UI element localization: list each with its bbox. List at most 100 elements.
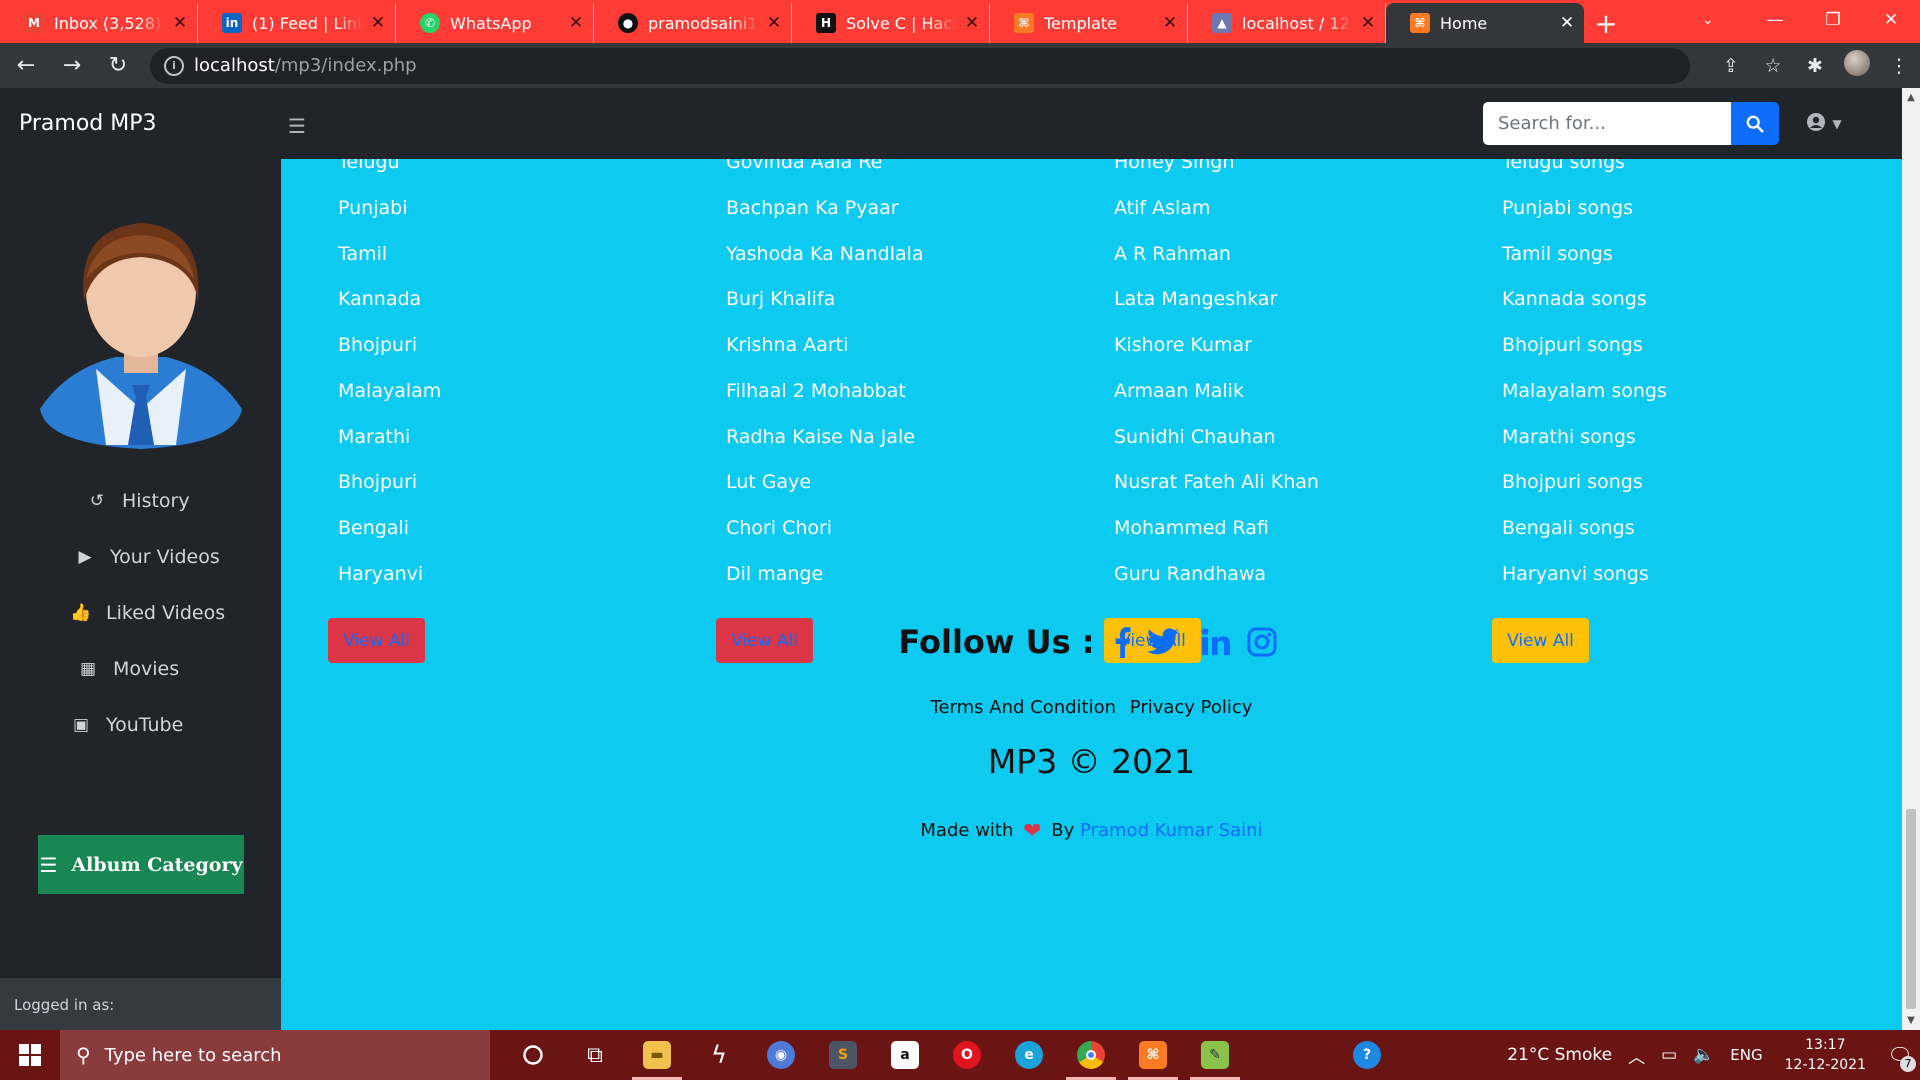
clock[interactable]: 13:17 12-12-2021 <box>1785 1035 1866 1075</box>
list-item[interactable]: Telugu songs <box>1502 159 1625 173</box>
address-bar[interactable]: i localhost/mp3/index.php <box>150 47 1690 84</box>
sidebar-item-your-videos[interactable]: ▶ Your Videos <box>74 546 219 568</box>
list-item[interactable]: Atif Aslam <box>1114 197 1210 219</box>
list-item[interactable]: Haryanvi songs <box>1502 563 1649 585</box>
help-icon[interactable]: ? <box>1336 1030 1398 1080</box>
user-menu-dropdown[interactable]: ▼ <box>1806 112 1842 137</box>
list-item[interactable]: Bhojpuri songs <box>1502 334 1643 356</box>
minimize-icon[interactable]: — <box>1746 0 1804 40</box>
list-item[interactable]: Bhojpuri <box>338 471 417 493</box>
notepad-icon[interactable]: ✎ <box>1184 1030 1246 1080</box>
opera-icon[interactable]: O <box>936 1030 998 1080</box>
list-item[interactable]: Malayalam <box>338 380 441 402</box>
list-item[interactable]: Burj Khalifa <box>726 288 835 310</box>
share-icon[interactable]: ⇪ <box>1710 55 1752 77</box>
close-tab-icon[interactable]: ✕ <box>171 13 189 33</box>
close-tab-icon[interactable]: ✕ <box>1558 13 1576 33</box>
twitter-icon[interactable] <box>1146 628 1179 656</box>
terms-link[interactable]: Terms And Condition <box>931 697 1117 718</box>
windows-start-icon[interactable] <box>0 1044 60 1066</box>
list-item[interactable]: Krishna Aarti <box>726 334 848 356</box>
list-item[interactable]: Honey Singh <box>1114 159 1234 173</box>
cortana-icon[interactable] <box>502 1030 564 1080</box>
browser-tab[interactable]: H Solve C | HackerR ✕ <box>792 3 990 43</box>
list-item[interactable]: Tamil <box>338 243 387 265</box>
list-item[interactable]: Bachpan Ka Pyaar <box>726 197 899 219</box>
taskbar-search-box[interactable]: ⚲ Type here to search <box>60 1030 490 1080</box>
list-item[interactable]: Punjabi songs <box>1502 197 1633 219</box>
list-item[interactable]: Haryanvi <box>338 563 423 585</box>
list-item[interactable]: Marathi songs <box>1502 426 1636 448</box>
linkedin-icon[interactable] <box>1201 628 1231 656</box>
list-item[interactable]: Lut Gaye <box>726 471 811 493</box>
scroll-down-arrow-icon[interactable]: ▼ <box>1902 1015 1920 1026</box>
chromium-icon[interactable]: ◉ <box>750 1030 812 1080</box>
sidebar-item-youtube[interactable]: ▣ YouTube <box>70 714 183 736</box>
browser-tab[interactable]: ● pramodsaini1/mp ✕ <box>594 3 792 43</box>
browser-tab[interactable]: ▲ localhost / 127.0. ✕ <box>1188 3 1386 43</box>
browser-tab[interactable]: M Inbox (3,528) - pr ✕ <box>0 3 198 43</box>
notification-icon[interactable]: 🗨 7 <box>1880 1030 1920 1080</box>
browser-tab[interactable]: in (1) Feed | LinkedIn ✕ <box>198 3 396 43</box>
list-item[interactable]: Guru Randhawa <box>1114 563 1266 585</box>
list-item[interactable]: Nusrat Fateh Ali Khan <box>1114 471 1319 493</box>
list-item[interactable]: Tamil songs <box>1502 243 1613 265</box>
list-item[interactable]: Marathi <box>338 426 410 448</box>
chrome-icon[interactable] <box>1060 1030 1122 1080</box>
volume-icon[interactable]: 🔈 <box>1693 1045 1714 1065</box>
profile-avatar-icon[interactable] <box>1836 50 1878 81</box>
list-item[interactable]: Govinda Aala Re <box>726 159 882 173</box>
list-item[interactable]: Kishore Kumar <box>1114 334 1252 356</box>
list-item[interactable]: Lata Mangeshkar <box>1114 288 1277 310</box>
browser-tab-active[interactable]: ⌘ Home ✕ <box>1386 3 1584 43</box>
extensions-puzzle-icon[interactable]: ✱ <box>1794 55 1836 77</box>
close-tab-icon[interactable]: ✕ <box>567 13 585 33</box>
reload-icon[interactable]: ↻ <box>98 53 138 78</box>
album-category-button[interactable]: ☰ Album Category <box>38 835 244 894</box>
list-item[interactable]: Bhojpuri <box>338 334 417 356</box>
edge-icon[interactable]: e <box>998 1030 1060 1080</box>
scrollbar-thumb[interactable] <box>1906 809 1916 1009</box>
close-tab-icon[interactable]: ✕ <box>369 13 387 33</box>
bookmark-star-icon[interactable]: ☆ <box>1752 55 1794 77</box>
back-arrow-icon[interactable]: ← <box>6 53 46 78</box>
list-item[interactable]: Dil mange <box>726 563 823 585</box>
facebook-icon[interactable] <box>1113 626 1131 658</box>
amazon-icon[interactable]: a <box>874 1030 936 1080</box>
list-item[interactable]: Kannada <box>338 288 421 310</box>
list-item[interactable]: Mohammed Rafi <box>1114 517 1269 539</box>
browser-tab[interactable]: ⌘ Template ✕ <box>990 3 1188 43</box>
page-scrollbar[interactable]: ▲ ▼ <box>1902 88 1920 1030</box>
lightning-app-icon[interactable]: ϟ <box>688 1030 750 1080</box>
list-item[interactable]: Filhaal 2 Mohabbat <box>726 380 906 402</box>
list-item[interactable]: Bhojpuri songs <box>1502 471 1643 493</box>
list-item[interactable]: Telugu <box>338 159 400 173</box>
restore-icon[interactable]: ❐ <box>1804 0 1862 40</box>
list-item[interactable]: Bengali songs <box>1502 517 1635 539</box>
list-item[interactable]: Malayalam songs <box>1502 380 1667 402</box>
list-item[interactable]: Yashoda Ka Nandlala <box>726 243 924 265</box>
list-item[interactable]: Bengali <box>338 517 409 539</box>
brand-logo[interactable]: Pramod MP3 <box>19 111 157 136</box>
list-item[interactable]: Armaan Malik <box>1114 380 1244 402</box>
weather-text[interactable]: 21°C Smoke <box>1507 1045 1612 1065</box>
list-item[interactable]: Radha Kaise Na Jale <box>726 426 915 448</box>
sidebar-toggle-icon[interactable]: ☰ <box>288 114 306 138</box>
close-tab-icon[interactable]: ✕ <box>1161 13 1179 33</box>
close-tab-icon[interactable]: ✕ <box>963 13 981 33</box>
sublime-text-icon[interactable]: S <box>812 1030 874 1080</box>
browser-tab[interactable]: ✆ WhatsApp ✕ <box>396 3 594 43</box>
search-input[interactable] <box>1483 102 1731 145</box>
network-icon[interactable]: ▭ <box>1661 1045 1677 1065</box>
list-item[interactable]: A R Rahman <box>1114 243 1231 265</box>
file-explorer-icon[interactable]: ▬ <box>626 1030 688 1080</box>
scroll-up-arrow-icon[interactable]: ▲ <box>1902 92 1920 103</box>
sidebar-item-movies[interactable]: ▦ Movies <box>77 658 179 680</box>
task-view-icon[interactable]: ⧉ <box>564 1030 626 1080</box>
browser-menu-icon[interactable]: ⋮ <box>1878 55 1920 77</box>
sidebar-item-history[interactable]: ↺ History <box>86 490 190 512</box>
instagram-icon[interactable] <box>1247 627 1277 657</box>
list-item[interactable]: Chori Chori <box>726 517 832 539</box>
close-tab-icon[interactable]: ✕ <box>1359 13 1377 33</box>
author-link[interactable]: Pramod Kumar Saini <box>1080 820 1263 841</box>
